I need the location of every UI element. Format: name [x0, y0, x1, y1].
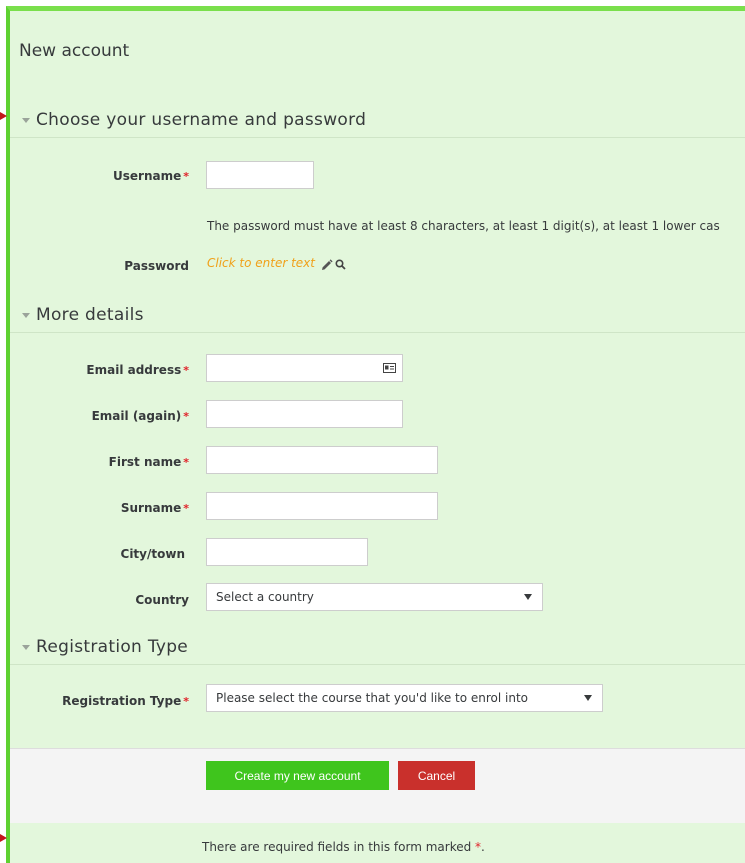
email-again-input[interactable]: [206, 400, 403, 428]
first-name-label: First name *: [108, 455, 189, 469]
section-title: Registration Type: [36, 637, 189, 657]
required-marker: *: [183, 502, 189, 515]
pencil-icon[interactable]: [321, 259, 333, 271]
surname-input[interactable]: [206, 492, 438, 520]
caret-down-icon: [584, 695, 592, 701]
section-header-details[interactable]: More details: [10, 298, 745, 333]
surname-label: Surname *: [120, 501, 189, 515]
section-header-registration[interactable]: Registration Type: [10, 630, 745, 665]
create-account-button[interactable]: Create my new account: [206, 761, 389, 790]
red-arrow-icon: [0, 834, 7, 842]
required-marker: *: [183, 410, 189, 423]
section-header-credentials[interactable]: Choose your username and password: [10, 103, 745, 138]
city-input[interactable]: [206, 538, 368, 566]
red-arrow-icon: [0, 112, 7, 120]
required-marker: *: [183, 364, 189, 377]
chevron-down-icon: [22, 644, 30, 650]
page-title: New account: [19, 41, 130, 61]
password-label: Password: [124, 259, 189, 273]
section-title: Choose your username and password: [36, 110, 367, 130]
country-label: Country: [135, 593, 189, 607]
contact-card-icon: [383, 363, 396, 373]
search-icon[interactable]: [335, 259, 346, 270]
chevron-down-icon: [22, 312, 30, 318]
email-input[interactable]: [206, 354, 403, 382]
required-marker: *: [183, 695, 189, 708]
username-label: Username *: [113, 169, 189, 183]
cancel-button[interactable]: Cancel: [398, 761, 475, 790]
required-marker: *: [183, 170, 189, 183]
registration-type-select[interactable]: Please select the course that you'd like…: [206, 684, 603, 712]
required-marker: *: [183, 456, 189, 469]
registration-type-label: Registration Type *: [62, 694, 189, 708]
city-label: City/town: [120, 547, 185, 561]
password-click-to-enter[interactable]: Click to enter text: [207, 256, 315, 270]
email-again-label: Email (again) *: [91, 409, 189, 423]
caret-down-icon: [524, 594, 532, 600]
chevron-down-icon: [22, 117, 30, 123]
username-input[interactable]: [206, 161, 314, 189]
email-label: Email address *: [86, 363, 189, 377]
country-select[interactable]: Select a country: [206, 583, 543, 611]
signup-form-panel: New account Choose your username and pas…: [6, 6, 745, 863]
required-fields-note: There are required fields in this form m…: [202, 840, 485, 854]
first-name-input[interactable]: [206, 446, 438, 474]
registration-type-select-value: Please select the course that you'd like…: [216, 691, 529, 705]
section-title: More details: [36, 305, 144, 325]
password-policy-hint: The password must have at least 8 charac…: [207, 219, 720, 233]
country-select-value: Select a country: [216, 590, 314, 604]
